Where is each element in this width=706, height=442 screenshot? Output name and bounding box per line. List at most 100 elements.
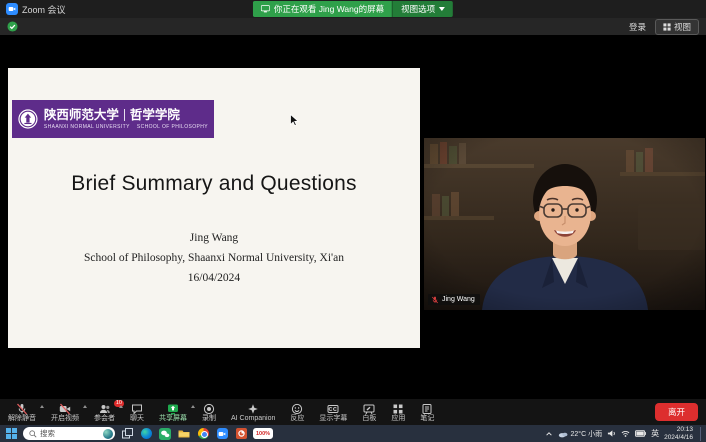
toolbar-start-video-label: 开启视频 — [51, 415, 79, 423]
share-screen-icon — [167, 402, 179, 415]
clock-date: 2024/4/16 — [664, 434, 693, 442]
chevron-up-icon[interactable] — [191, 405, 195, 408]
watching-text: 你正在观看 Jing Wang的屏幕 — [274, 3, 384, 15]
toolbar-record-button[interactable]: 录制 — [202, 402, 216, 423]
university-name-cn: 陕西师范大学 — [44, 109, 119, 122]
taskbar-search-input[interactable]: 搜索 — [23, 427, 115, 440]
file-explorer-button[interactable] — [177, 427, 191, 441]
toolbar-chat-button[interactable]: 聊天 — [130, 402, 144, 423]
zoom-subbar: 登录 视图 — [0, 18, 706, 35]
toolbar-whiteboard-button[interactable]: 白板 — [362, 402, 376, 423]
screen-watching-banner: 你正在观看 Jing Wang的屏幕 视图选项 — [253, 1, 453, 17]
captions-icon — [327, 402, 339, 415]
toolbar-share-screen-button[interactable]: 共享屏幕 — [159, 402, 187, 423]
start-button[interactable] — [4, 427, 18, 441]
ai-companion-icon — [247, 402, 259, 415]
toolbar-notes-button[interactable]: 笔记 — [420, 402, 434, 423]
chrome-icon — [198, 428, 209, 439]
view-button[interactable]: 视图 — [655, 19, 699, 35]
file-explorer-icon — [178, 429, 190, 439]
subbar-right: 登录 视图 — [629, 19, 699, 35]
weather-text: 22°C 小雨 — [570, 429, 602, 439]
wechat-button[interactable] — [158, 427, 172, 441]
chat-icon — [131, 402, 143, 415]
toolbar-apps-button[interactable]: 应用 — [391, 402, 405, 423]
signin-button[interactable]: 登录 — [629, 21, 646, 33]
chevron-up-icon[interactable] — [119, 405, 123, 408]
task-view-button[interactable] — [120, 427, 134, 441]
participant-nametag: Jing Wang — [428, 294, 480, 305]
chevron-up-icon[interactable] — [40, 405, 44, 408]
leave-meeting-button[interactable]: 离开 — [655, 403, 698, 421]
weather-widget[interactable]: 22°C 小雨 — [558, 429, 602, 439]
chevron-up-icon[interactable] — [83, 405, 87, 408]
shared-presentation-slide: 陕西师范大学 哲学学院 SHAANXI NORMAL UNIVERSITY SC… — [8, 68, 420, 348]
search-icon — [29, 430, 37, 438]
zoom-taskbar-icon — [217, 428, 228, 439]
toolbar-share-screen-label: 共享屏幕 — [159, 415, 187, 423]
windows-taskbar: 搜索 100% 22°C 小雨 — [0, 425, 706, 442]
mic-off-icon — [16, 402, 28, 415]
toolbar-start-video-button[interactable]: 开启视频 — [51, 402, 79, 423]
banner-text: 陕西师范大学 哲学学院 SHAANXI NORMAL UNIVERSITY SC… — [44, 109, 208, 130]
toolbar-captions-button[interactable]: 显示字幕 — [319, 402, 347, 423]
grid-view-icon — [663, 23, 671, 31]
slide-date: 16/04/2024 — [8, 268, 420, 288]
battery-widget[interactable]: 100% — [253, 428, 273, 439]
search-placeholder: 搜索 — [40, 428, 55, 439]
toolbar-whiteboard-label: 白板 — [362, 415, 376, 423]
chrome-button[interactable] — [196, 427, 210, 441]
volume-button[interactable] — [607, 429, 616, 438]
watching-text-wrap: 你正在观看 Jing Wang的屏幕 — [253, 1, 392, 17]
university-name-en: SHAANXI NORMAL UNIVERSITY — [44, 124, 130, 130]
view-button-label: 视图 — [674, 21, 691, 33]
weather-cloud-icon — [558, 430, 568, 438]
battery-widget-value: 100% — [256, 431, 270, 437]
edge-browser-button[interactable] — [139, 427, 153, 441]
hidden-icons-button[interactable] — [545, 430, 553, 438]
wifi-icon — [621, 429, 630, 438]
taskbar-clock[interactable]: 20:13 2024/4/16 — [664, 426, 693, 442]
zoom-control-toolbar: 解除静音 开启视频 参会者 10 聊天 共享屏幕 录制 — [0, 399, 706, 425]
participant-name: Jing Wang — [442, 294, 475, 305]
whiteboard-icon — [363, 402, 375, 415]
chevron-up-icon — [545, 430, 553, 438]
slide-author: Jing Wang — [8, 228, 420, 248]
toolbar-participants-button[interactable]: 参会者 10 — [94, 402, 115, 423]
zoom-taskbar-button[interactable] — [215, 427, 229, 441]
banner-chinese-row: 陕西师范大学 哲学学院 — [44, 109, 208, 122]
screen-share-indicator-icon — [261, 5, 270, 13]
toolbar-ai-companion-label: AI Companion — [231, 415, 275, 423]
toolbar-participants-label: 参会者 — [94, 415, 115, 423]
show-desktop-button[interactable] — [700, 427, 702, 441]
video-off-icon — [59, 402, 71, 415]
network-button[interactable] — [621, 429, 630, 438]
participants-icon — [99, 402, 111, 415]
app-identity: Zoom 会议 — [0, 3, 72, 16]
muted-mic-icon — [431, 296, 439, 304]
volume-icon — [607, 429, 616, 438]
record-icon — [203, 402, 215, 415]
meeting-stage: 陕西师范大学 哲学学院 SHAANXI NORMAL UNIVERSITY SC… — [0, 35, 706, 399]
toolbar-unmute-button[interactable]: 解除静音 — [8, 402, 36, 423]
toolbar-ai-companion-button[interactable]: AI Companion — [231, 402, 275, 423]
slide-meta-block: Jing Wang School of Philosophy, Shaanxi … — [8, 228, 420, 288]
slide-title: Brief Summary and Questions — [8, 172, 420, 196]
encryption-shield-icon — [7, 21, 18, 32]
powerpoint-button[interactable] — [234, 427, 248, 441]
banner-divider — [124, 109, 125, 121]
school-name-cn: 哲学学院 — [130, 109, 180, 122]
toolbar-unmute-label: 解除静音 — [8, 415, 36, 423]
powerpoint-icon — [236, 428, 247, 439]
zoom-app-icon — [6, 3, 18, 15]
participant-video-tile[interactable]: Jing Wang — [424, 138, 705, 310]
view-options-button[interactable]: 视图选项 — [392, 1, 453, 17]
toolbar-reactions-button[interactable]: 反应 — [290, 402, 304, 423]
view-options-label: 视图选项 — [401, 3, 435, 15]
ime-indicator[interactable]: 英 — [651, 429, 659, 438]
battery-tray-button[interactable] — [635, 430, 646, 437]
task-view-icon — [122, 428, 133, 439]
toolbar-reactions-label: 反应 — [290, 415, 304, 423]
toolbar-apps-label: 应用 — [391, 415, 405, 423]
system-tray: 22°C 小雨 英 20:13 2024/4/16 — [545, 426, 702, 442]
